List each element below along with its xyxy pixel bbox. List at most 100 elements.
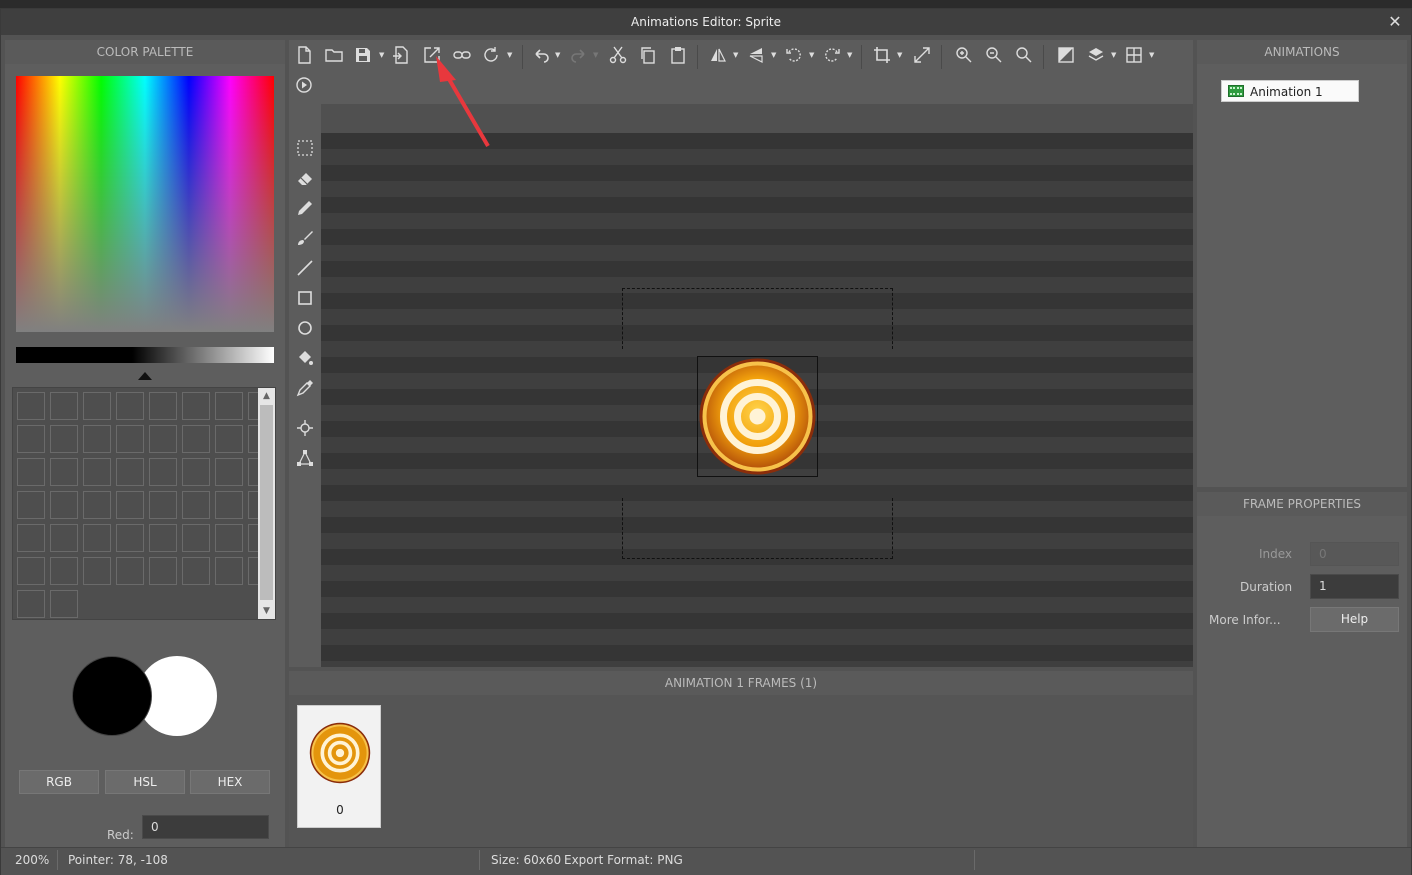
swatch[interactable] [215, 524, 243, 552]
grid-dropdown-icon[interactable]: ▼ [1149, 44, 1155, 66]
swatch[interactable] [116, 524, 144, 552]
swatch[interactable] [182, 425, 210, 453]
select-icon[interactable] [294, 137, 316, 159]
swatch[interactable] [83, 491, 111, 519]
sprite-frame[interactable] [697, 356, 818, 477]
open-folder-icon[interactable] [323, 44, 345, 66]
zoom-reset-icon[interactable] [1013, 44, 1035, 66]
swatch[interactable] [215, 491, 243, 519]
swatch[interactable] [83, 557, 111, 585]
flip-horizontal-icon[interactable] [707, 44, 729, 66]
layers-dropdown-icon[interactable]: ▼ [1111, 44, 1117, 66]
swatch[interactable] [17, 590, 45, 618]
duration-field[interactable]: 1 [1310, 574, 1399, 599]
export-icon[interactable] [421, 44, 443, 66]
swatch-scrollbar[interactable]: ▲ ▼ [258, 388, 275, 619]
ellipse-icon[interactable] [294, 317, 316, 339]
redo-icon[interactable] [568, 44, 590, 66]
layers-icon[interactable] [1085, 44, 1107, 66]
swatch[interactable] [116, 458, 144, 486]
zoom-out-icon[interactable] [983, 44, 1005, 66]
help-button[interactable]: Help [1310, 607, 1399, 632]
swatch[interactable] [50, 524, 78, 552]
grid-icon[interactable] [1123, 44, 1145, 66]
swatch[interactable] [83, 392, 111, 420]
brightness-slider-handle[interactable] [138, 372, 152, 380]
resize-icon[interactable] [911, 44, 933, 66]
swatch[interactable] [149, 491, 177, 519]
swatch[interactable] [215, 458, 243, 486]
rotate-right-dropdown-icon[interactable]: ▼ [847, 44, 853, 66]
swatch[interactable] [50, 491, 78, 519]
swatch[interactable] [17, 425, 45, 453]
swatch[interactable] [17, 557, 45, 585]
foreground-color-swatch[interactable] [72, 656, 152, 736]
origin-icon[interactable] [294, 417, 316, 439]
swatch[interactable] [149, 392, 177, 420]
rotate-left-icon[interactable] [783, 44, 805, 66]
flip-vertical-dropdown-icon[interactable]: ▼ [771, 44, 777, 66]
swatch[interactable] [149, 425, 177, 453]
flip-horizontal-dropdown-icon[interactable]: ▼ [733, 44, 739, 66]
swatch[interactable] [116, 392, 144, 420]
paste-icon[interactable] [667, 44, 689, 66]
brush-icon[interactable] [294, 227, 316, 249]
hex-mode-button[interactable]: HEX [190, 770, 270, 794]
mask-icon[interactable] [1055, 44, 1077, 66]
flip-vertical-icon[interactable] [745, 44, 767, 66]
swatch[interactable] [215, 557, 243, 585]
swatch[interactable] [215, 425, 243, 453]
swatch[interactable] [17, 491, 45, 519]
swatch[interactable] [50, 557, 78, 585]
rgb-mode-button[interactable]: RGB [19, 770, 99, 794]
scroll-thumb[interactable] [260, 405, 273, 600]
swatch[interactable] [50, 425, 78, 453]
scroll-up-icon[interactable]: ▲ [258, 388, 275, 404]
import-icon[interactable] [390, 44, 412, 66]
swatch[interactable] [149, 524, 177, 552]
swatch[interactable] [17, 524, 45, 552]
swatch[interactable] [50, 392, 78, 420]
swatch[interactable] [83, 425, 111, 453]
refresh-dropdown-icon[interactable]: ▼ [507, 44, 513, 66]
swatch[interactable] [17, 458, 45, 486]
swatch[interactable] [116, 491, 144, 519]
swatch[interactable] [182, 557, 210, 585]
swatch[interactable] [116, 425, 144, 453]
rotate-left-dropdown-icon[interactable]: ▼ [809, 44, 815, 66]
save-icon[interactable] [352, 44, 374, 66]
swatch[interactable] [116, 557, 144, 585]
points-icon[interactable] [294, 447, 316, 469]
new-file-icon[interactable] [293, 44, 315, 66]
close-icon[interactable]: ✕ [1385, 9, 1405, 35]
crop-dropdown-icon[interactable]: ▼ [897, 44, 903, 66]
scroll-down-icon[interactable]: ▼ [258, 603, 275, 619]
crop-icon[interactable] [871, 44, 893, 66]
link-icon[interactable] [451, 44, 473, 66]
refresh-icon[interactable] [480, 44, 502, 66]
line-icon[interactable] [294, 257, 316, 279]
undo-dropdown-icon[interactable]: ▼ [555, 44, 561, 66]
eraser-icon[interactable] [294, 167, 316, 189]
swatch[interactable] [182, 491, 210, 519]
color-spectrum-picker[interactable] [16, 76, 274, 332]
eyedropper-icon[interactable] [294, 377, 316, 399]
copy-icon[interactable] [637, 44, 659, 66]
red-value-field[interactable]: 0 [142, 815, 269, 839]
swatch[interactable] [83, 458, 111, 486]
redo-dropdown-icon[interactable]: ▼ [593, 44, 599, 66]
zoom-in-icon[interactable] [953, 44, 975, 66]
fill-bucket-icon[interactable] [294, 347, 316, 369]
swatch[interactable] [17, 392, 45, 420]
swatch[interactable] [182, 392, 210, 420]
swatch[interactable] [149, 557, 177, 585]
swatch[interactable] [83, 524, 111, 552]
frame-thumbnail[interactable]: 0 [297, 705, 381, 828]
swatch[interactable] [215, 392, 243, 420]
undo-icon[interactable] [530, 44, 552, 66]
pencil-icon[interactable] [294, 197, 316, 219]
swatch[interactable] [182, 458, 210, 486]
rotate-right-icon[interactable] [821, 44, 843, 66]
hsl-mode-button[interactable]: HSL [105, 770, 185, 794]
cut-icon[interactable] [607, 44, 629, 66]
